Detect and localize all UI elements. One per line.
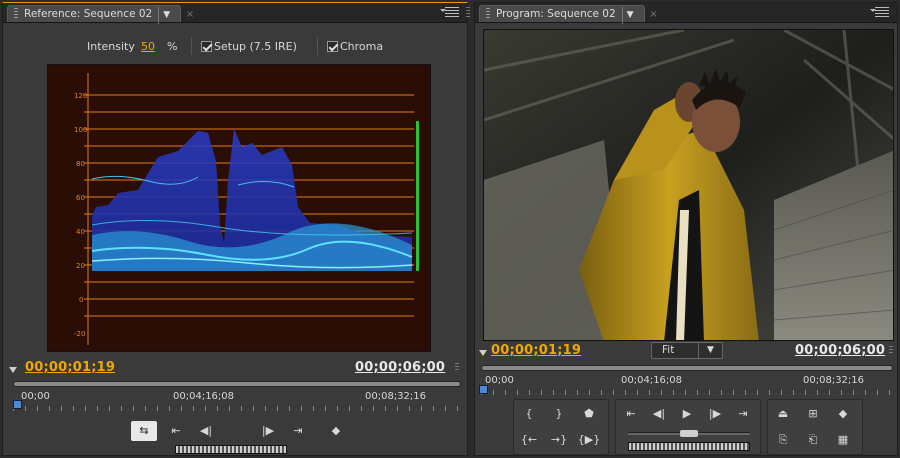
jog-wheel[interactable] (175, 445, 287, 454)
panel-menu-icon[interactable] (870, 7, 889, 17)
zoom-scroll-bar[interactable] (481, 365, 893, 371)
panel-resize-grip-icon[interactable] (455, 363, 459, 372)
ruler-ticks (481, 390, 893, 395)
go-to-in-point-icon[interactable]: ⇤ (163, 421, 189, 441)
yc-waveform-scope: 120 100 80 60 40 20 0 -20 (47, 64, 431, 352)
ire-label: 120 (74, 92, 87, 100)
ruler-label: 00;04;16;08 (621, 375, 683, 386)
play-in-to-out-icon[interactable]: {▶} (576, 430, 602, 450)
reference-monitor-panel: Reference: Sequence 02 ▼ × Intensity 50 %… (2, 2, 470, 456)
reference-time-ruler[interactable]: 00;00 00;04;16;08 00;08;32;16 (13, 389, 461, 411)
extract-icon[interactable]: ⎘ (770, 430, 796, 450)
set-marker-icon[interactable]: ⬟ (576, 404, 602, 424)
ruler-label: 00;08;32;16 (365, 391, 427, 402)
setup-label: Setup (7.5 IRE) (214, 40, 297, 53)
step-back-icon[interactable]: ◀| (646, 404, 672, 424)
playback-controls: ⇤ ◀| ▶ |▶ ⇥ (615, 399, 761, 455)
program-tab-title: Program: Sequence 02 (496, 8, 616, 20)
output-settings-icon[interactable]: ◆ (830, 404, 856, 424)
ruler-label: 00;08;32;16 (803, 375, 865, 386)
toolbar-divider (317, 37, 318, 55)
jog-wheel[interactable] (628, 442, 750, 451)
zoom-scroll-bar[interactable] (13, 381, 461, 387)
drag-grip-icon[interactable] (14, 8, 18, 18)
program-tab-bar: Program: Sequence 02 ▼ × (475, 3, 897, 24)
timecode-menu-icon[interactable] (9, 367, 17, 377)
checkbox-checked-icon (327, 41, 338, 52)
trim-monitor-icon[interactable]: ⎗ (800, 430, 826, 450)
ire-label: 60 (76, 194, 85, 202)
mark-out-icon[interactable]: } (546, 404, 572, 424)
scope-toolbar: Intensity 50 % Setup (7.5 IRE) Chroma (3, 34, 467, 58)
ire-label: -20 (74, 330, 85, 338)
zoom-fit-dropdown[interactable]: Fit ▼ (651, 342, 723, 359)
close-icon[interactable]: × (649, 6, 657, 23)
ire-label: 20 (76, 262, 85, 270)
program-time-ruler[interactable]: 00;00 00;04;16;08 00;08;32;16 (481, 373, 893, 395)
playhead-marker[interactable] (13, 400, 22, 409)
video-frame-image (484, 30, 893, 340)
close-icon[interactable]: × (186, 6, 194, 23)
intensity-label: Intensity (87, 40, 135, 53)
program-tab[interactable]: Program: Sequence 02 ▼ × (479, 5, 658, 24)
chroma-level-bar (416, 121, 419, 271)
playhead-marker[interactable] (479, 385, 488, 394)
program-duration-timecode: 00;00;06;00 (795, 343, 886, 358)
timecode-menu-icon[interactable] (479, 350, 487, 360)
ruler-label: 00;00 (485, 375, 514, 386)
drag-grip-icon[interactable] (486, 8, 490, 18)
step-back-icon[interactable]: ◀| (193, 421, 219, 441)
chevron-down-icon[interactable]: ▼ (158, 7, 174, 24)
gang-to-program-button[interactable]: ⇆ (131, 421, 157, 441)
ire-label: 0 (79, 296, 83, 304)
ruler-label: 00;00 (21, 391, 50, 402)
step-forward-icon[interactable]: |▶ (702, 404, 728, 424)
play-icon[interactable]: ▶ (674, 404, 700, 424)
reference-tab-bar: Reference: Sequence 02 ▼ × (3, 3, 470, 24)
go-to-previous-edit-icon[interactable]: ⇤ (618, 404, 644, 424)
chevron-down-icon: ▼ (698, 343, 722, 358)
intensity-unit: % (167, 40, 178, 53)
intensity-value[interactable]: 50 (141, 40, 155, 53)
checkbox-checked-icon (201, 41, 212, 52)
lift-icon[interactable]: ⏏ (770, 404, 796, 424)
reference-current-timecode[interactable]: 00;00;01;19 (25, 360, 115, 375)
program-video-frame (483, 29, 894, 341)
ire-label: 100 (74, 126, 87, 134)
reference-tab[interactable]: Reference: Sequence 02 ▼ × (7, 5, 194, 24)
step-forward-icon[interactable]: |▶ (255, 421, 281, 441)
chroma-label: Chroma (340, 40, 384, 53)
go-to-next-edit-icon[interactable]: ⇥ (730, 404, 756, 424)
shuttle-knob[interactable] (680, 430, 698, 437)
edit-controls: ⏏ ⊞ ◆ ⎘ ⎗ ▦ (767, 399, 863, 455)
program-monitor-panel: Program: Sequence 02 ▼ × 00;00;01;19 Fit… (474, 2, 898, 456)
setup-checkbox[interactable]: Setup (7.5 IRE) (201, 40, 297, 53)
toolbar-divider (191, 37, 192, 55)
ruler-ticks (13, 406, 461, 411)
ruler-label: 00;04;16;08 (173, 391, 235, 402)
panel-menu-icon[interactable] (440, 7, 459, 17)
chevron-down-icon[interactable]: ▼ (621, 7, 638, 24)
fit-value: Fit (662, 344, 675, 356)
reference-tab-title: Reference: Sequence 02 (24, 8, 153, 20)
output-settings-icon[interactable]: ◆ (323, 421, 349, 441)
chroma-checkbox[interactable]: Chroma (327, 40, 383, 53)
multi-camera-icon[interactable]: ▦ (830, 430, 856, 450)
reference-duration-timecode: 00;00;06;00 (355, 360, 446, 375)
panel-resize-grip-icon[interactable] (889, 346, 893, 355)
ire-scale-labels: 120 100 80 60 40 20 0 -20 (74, 92, 87, 338)
go-to-out-icon[interactable]: →} (546, 430, 572, 450)
mark-in-icon[interactable]: { (516, 404, 542, 424)
waveform-graph: 120 100 80 60 40 20 0 -20 (74, 73, 419, 345)
ire-label: 40 (76, 228, 85, 236)
safe-margins-icon[interactable]: ⊞ (800, 404, 826, 424)
program-current-timecode[interactable]: 00;00;01;19 (491, 343, 581, 358)
go-to-in-icon[interactable]: {← (516, 430, 542, 450)
marker-controls: { } ⬟ {← →} {▶} (513, 399, 609, 455)
panel-resize-grip-icon[interactable] (466, 7, 470, 19)
go-to-out-point-icon[interactable]: ⇥ (285, 421, 311, 441)
ire-label: 80 (76, 160, 85, 168)
